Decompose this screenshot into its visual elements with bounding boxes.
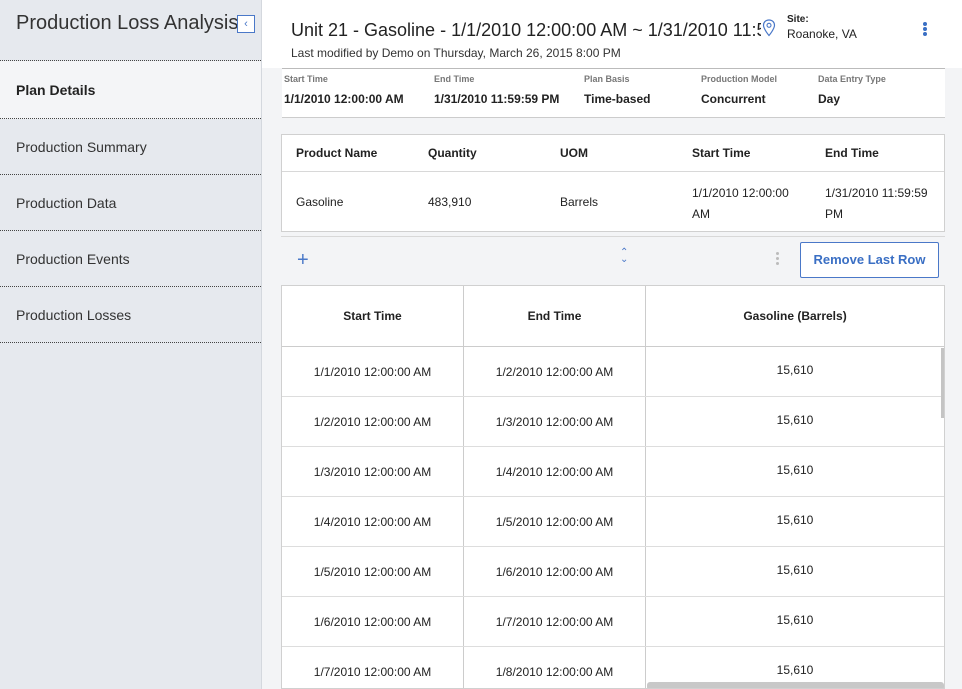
column-header: Product Name bbox=[296, 146, 378, 160]
sidebar-item-plan-details[interactable]: Plan Details bbox=[0, 61, 261, 119]
table-cell[interactable]: 15,610 bbox=[646, 397, 944, 446]
table-row[interactable]: 1/2/2010 12:00:00 AM 1/3/2010 12:00:00 AM… bbox=[282, 397, 944, 447]
record-title: Unit 21 - Gasoline - 1/1/2010 12:00:00 A… bbox=[291, 20, 761, 40]
table-cell[interactable]: 1/7/2010 12:00:00 AM bbox=[282, 647, 464, 688]
table-cell[interactable]: 15,610 bbox=[646, 497, 944, 546]
table-cell[interactable]: 15,610 bbox=[646, 447, 944, 496]
sidebar-item-label: Plan Details bbox=[16, 81, 96, 98]
table-cell: Gasoline bbox=[296, 195, 344, 209]
column-header[interactable]: End Time bbox=[464, 286, 646, 346]
column-header: End Time bbox=[825, 146, 879, 160]
table-cell[interactable]: 15,610 bbox=[646, 347, 944, 396]
table-cell: 1/31/2010 11:59:59 PM bbox=[825, 186, 928, 221]
add-row-button[interactable]: + bbox=[297, 249, 309, 272]
sidebar-item-production-losses[interactable]: Production Losses bbox=[0, 287, 261, 343]
plus-icon: + bbox=[297, 249, 309, 271]
sidebar: Production Loss Analysis ‹ Plan Details … bbox=[0, 0, 262, 689]
more-options-icon[interactable] bbox=[922, 22, 928, 40]
detail-start-time: Start Time 1/1/2010 12:00:00 AM bbox=[284, 74, 404, 106]
table-row[interactable]: 1/3/2010 12:00:00 AM 1/4/2010 12:00:00 AM… bbox=[282, 447, 944, 497]
table-row[interactable]: 1/5/2010 12:00:00 AM 1/6/2010 12:00:00 AM… bbox=[282, 547, 944, 597]
site-value: Roanoke, VA bbox=[787, 27, 857, 41]
chevron-left-icon: ‹ bbox=[244, 18, 248, 30]
grid-body: 1/1/2010 12:00:00 AM 1/2/2010 12:00:00 AM… bbox=[282, 347, 944, 688]
resize-handle-icon[interactable] bbox=[776, 252, 780, 267]
column-header: UOM bbox=[560, 146, 588, 160]
detail-data-entry-type: Data Entry Type Day bbox=[818, 74, 886, 106]
column-header[interactable]: Gasoline (Barrels) bbox=[646, 286, 944, 346]
table-cell[interactable]: 1/3/2010 12:00:00 AM bbox=[464, 397, 646, 446]
table-cell[interactable]: 1/2/2010 12:00:00 AM bbox=[464, 347, 646, 396]
record-subtitle: Last modified by Demo on Thursday, March… bbox=[291, 46, 621, 60]
table-cell[interactable]: 1/4/2010 12:00:00 AM bbox=[464, 447, 646, 496]
detail-end-time: End Time 1/31/2010 11:59:59 PM bbox=[434, 74, 560, 106]
column-header: Start Time bbox=[692, 146, 751, 160]
product-table-header: Product Name Quantity UOM Start Time End… bbox=[282, 135, 944, 172]
detail-plan-basis: Plan Basis Time-based bbox=[584, 74, 651, 106]
table-cell[interactable]: 1/3/2010 12:00:00 AM bbox=[282, 447, 464, 496]
sidebar-item-label: Production Losses bbox=[16, 306, 132, 323]
sidebar-item-production-data[interactable]: Production Data bbox=[0, 175, 261, 231]
production-data-grid: Start Time End Time Gasoline (Barrels) 1… bbox=[281, 285, 945, 689]
table-row[interactable]: 1/4/2010 12:00:00 AM 1/5/2010 12:00:00 AM… bbox=[282, 497, 944, 547]
sort-icon[interactable]: ⌃ ⌄ bbox=[620, 248, 628, 265]
sidebar-item-production-summary[interactable]: Production Summary bbox=[0, 119, 261, 175]
table-cell[interactable]: 1/1/2010 12:00:00 AM bbox=[282, 347, 464, 396]
table-cell[interactable]: 15,610 bbox=[646, 547, 944, 596]
table-cell[interactable]: 1/6/2010 12:00:00 AM bbox=[464, 547, 646, 596]
collapse-sidebar-button[interactable]: ‹ bbox=[237, 15, 255, 33]
sidebar-item-label: Production Summary bbox=[16, 138, 147, 155]
table-cell: 483,910 bbox=[428, 195, 472, 209]
table-cell[interactable]: 1/5/2010 12:00:00 AM bbox=[464, 497, 646, 546]
table-cell: Barrels bbox=[560, 195, 599, 209]
table-cell[interactable]: 1/2/2010 12:00:00 AM bbox=[282, 397, 464, 446]
sidebar-header: Production Loss Analysis ‹ bbox=[0, 0, 261, 60]
grid-toolbar: + ⌃ ⌄ Remove Last Row bbox=[281, 236, 945, 284]
remove-last-row-button[interactable]: Remove Last Row bbox=[800, 242, 939, 278]
table-row[interactable]: 1/6/2010 12:00:00 AM 1/7/2010 12:00:00 AM… bbox=[282, 597, 944, 647]
sidebar-item-production-events[interactable]: Production Events bbox=[0, 231, 261, 287]
grid-header: Start Time End Time Gasoline (Barrels) bbox=[282, 286, 944, 347]
map-pin-icon[interactable] bbox=[762, 19, 776, 37]
column-header[interactable]: Start Time bbox=[282, 286, 464, 346]
sidebar-item-label: Production Data bbox=[16, 194, 117, 211]
vertical-scrollbar[interactable] bbox=[941, 348, 944, 418]
table-row[interactable]: Gasoline 483,910 Barrels 1/1/2010 12:00:… bbox=[282, 172, 944, 232]
table-cell[interactable]: 15,610 bbox=[646, 597, 944, 646]
plan-details-strip: Start Time 1/1/2010 12:00:00 AM End Time… bbox=[282, 68, 945, 118]
sidebar-item-label: Production Events bbox=[16, 250, 130, 267]
table-cell[interactable]: 1/7/2010 12:00:00 AM bbox=[464, 597, 646, 646]
app-root: Production Loss Analysis ‹ Plan Details … bbox=[0, 0, 962, 689]
site-label: Site: bbox=[787, 14, 809, 25]
product-table: Product Name Quantity UOM Start Time End… bbox=[281, 134, 945, 232]
table-cell[interactable]: 1/6/2010 12:00:00 AM bbox=[282, 597, 464, 646]
record-header: Unit 21 - Gasoline - 1/1/2010 12:00:00 A… bbox=[262, 0, 962, 68]
table-cell[interactable]: 1/4/2010 12:00:00 AM bbox=[282, 497, 464, 546]
column-header: Quantity bbox=[428, 146, 477, 160]
main-content: Unit 21 - Gasoline - 1/1/2010 12:00:00 A… bbox=[262, 0, 962, 689]
detail-production-model: Production Model Concurrent bbox=[701, 74, 777, 106]
app-title: Production Loss Analysis bbox=[16, 12, 239, 34]
table-row[interactable]: 1/1/2010 12:00:00 AM 1/2/2010 12:00:00 AM… bbox=[282, 347, 944, 397]
table-cell[interactable]: 1/8/2010 12:00:00 AM bbox=[464, 647, 646, 688]
horizontal-scrollbar[interactable] bbox=[647, 682, 944, 688]
table-cell: 1/1/2010 12:00:00 AM bbox=[692, 186, 789, 221]
table-cell[interactable]: 1/5/2010 12:00:00 AM bbox=[282, 547, 464, 596]
